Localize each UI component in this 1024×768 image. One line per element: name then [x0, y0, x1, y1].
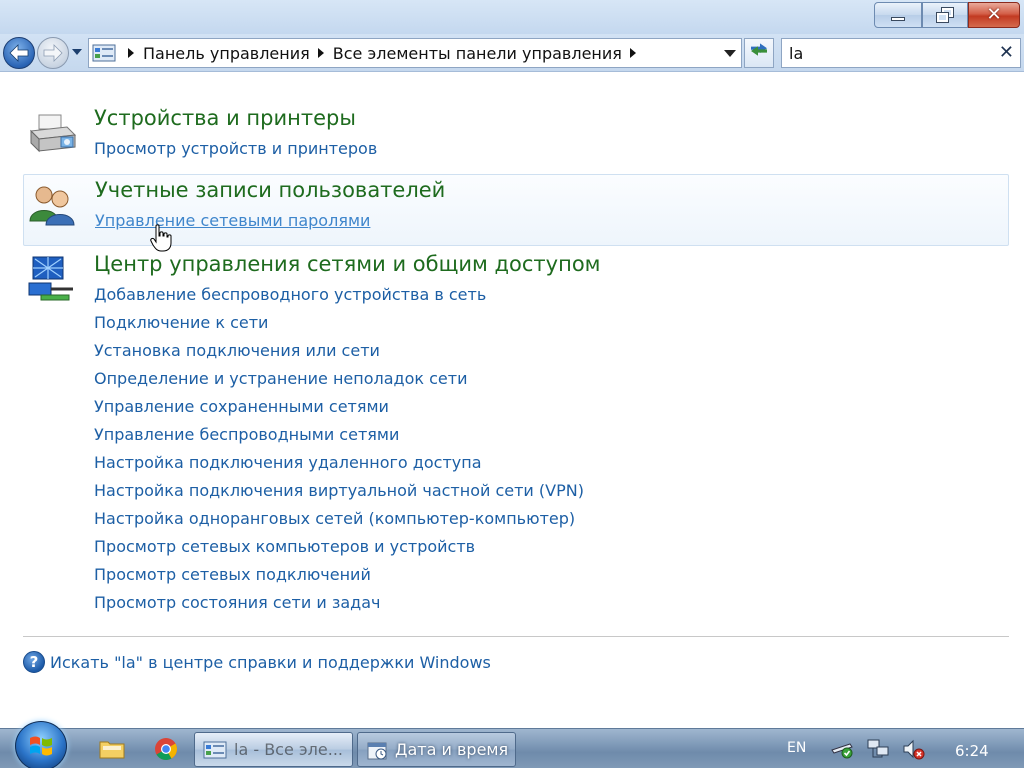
- control-panel-icon: [203, 741, 227, 758]
- restore-button[interactable]: [922, 2, 968, 28]
- back-button[interactable]: [3, 37, 35, 69]
- address-history-dropdown[interactable]: [719, 39, 741, 67]
- address-bar[interactable]: Панель управления Все элементы панели уп…: [88, 38, 742, 68]
- taskbar-task-label: la - Все эле...: [234, 740, 344, 759]
- breadcrumb-separator[interactable]: [128, 48, 134, 58]
- refresh-icon: [751, 43, 767, 56]
- minimize-icon: [891, 17, 905, 21]
- user-accounts-icon: [29, 186, 75, 226]
- link-view-network-connections[interactable]: Просмотр сетевых подключений: [94, 565, 371, 584]
- taskbar-task-control-panel[interactable]: la - Все эле...: [194, 732, 353, 767]
- group-title-user-accounts[interactable]: Учетные записи пользователей: [95, 178, 445, 202]
- help-search-link[interactable]: ? Искать "la" в центре справки и поддерж…: [23, 651, 491, 673]
- link-setup-vpn[interactable]: Настройка подключения виртуальной частно…: [94, 481, 584, 500]
- language-indicator[interactable]: EN: [787, 740, 806, 756]
- link-view-devices-printers[interactable]: Просмотр устройств и принтеров: [94, 139, 377, 158]
- close-icon: ✕: [986, 4, 1002, 25]
- link-setup-dialup[interactable]: Настройка подключения удаленного доступа: [94, 453, 482, 472]
- clear-search-icon[interactable]: ✕: [999, 42, 1014, 63]
- help-search-text[interactable]: Искать "la" в центре справки и поддержки…: [50, 653, 491, 672]
- control-panel-icon: [92, 44, 116, 62]
- navigation-bar: Панель управления Все элементы панели уп…: [0, 34, 1024, 72]
- title-bar: ✕: [0, 0, 1024, 34]
- breadcrumb-control-panel[interactable]: Панель управления: [143, 44, 310, 63]
- taskbar-task-label: Дата и время: [395, 740, 509, 759]
- breadcrumb-all-items[interactable]: Все элементы панели управления: [333, 44, 622, 63]
- folder-icon: [99, 741, 125, 759]
- taskbar-explorer-button[interactable]: [97, 735, 127, 763]
- close-button[interactable]: ✕: [968, 2, 1020, 28]
- network-center-icon: [28, 256, 73, 301]
- recent-pages-dropdown[interactable]: [72, 49, 82, 55]
- link-manage-network-passwords[interactable]: Управление сетевыми паролями: [95, 211, 370, 230]
- refresh-button[interactable]: [744, 38, 774, 68]
- chrome-icon: [155, 738, 177, 760]
- printer-icon: [29, 114, 77, 153]
- tray-network-icon[interactable]: [866, 738, 890, 760]
- start-button[interactable]: [15, 721, 67, 768]
- back-arrow-icon: [9, 44, 29, 62]
- search-results: Устройства и принтеры Просмотр устройств…: [0, 73, 1024, 728]
- group-title-devices-printers[interactable]: Устройства и принтеры: [94, 106, 356, 130]
- taskbar-task-date-time[interactable]: Дата и время: [357, 732, 516, 767]
- system-clock[interactable]: 6:24: [955, 742, 989, 760]
- link-manage-saved-networks[interactable]: Управление сохраненными сетями: [94, 397, 389, 416]
- link-connect-to-network[interactable]: Подключение к сети: [94, 313, 268, 332]
- restore-icon: [936, 7, 954, 23]
- taskbar: la - Все эле... Дата и время EN 6:24: [0, 721, 1024, 768]
- window-controls: ✕: [874, 2, 1020, 28]
- link-troubleshoot-network[interactable]: Определение и устранение неполадок сети: [94, 369, 468, 388]
- taskbar-chrome-button[interactable]: [151, 735, 181, 763]
- link-manage-wireless-networks[interactable]: Управление беспроводными сетями: [94, 425, 399, 444]
- link-setup-connection[interactable]: Установка подключения или сети: [94, 341, 380, 360]
- hand-cursor-icon: [150, 224, 172, 252]
- forward-arrow-icon: [43, 44, 63, 62]
- chevron-down-icon: [724, 49, 736, 57]
- windows-logo-icon: [30, 736, 52, 756]
- tray-action-center-icon[interactable]: [830, 738, 854, 760]
- search-input[interactable]: [782, 43, 982, 63]
- tray-volume-muted-icon[interactable]: [901, 738, 925, 760]
- link-view-network-status[interactable]: Просмотр состояния сети и задач: [94, 593, 380, 612]
- group-title-network-center[interactable]: Центр управления сетями и общим доступом: [94, 252, 601, 276]
- result-devices-printers: Устройства и принтеры Просмотр устройств…: [23, 102, 1009, 160]
- divider: [23, 636, 1009, 637]
- result-network-sharing-center: Центр управления сетями и общим доступом…: [23, 249, 1009, 619]
- forward-button[interactable]: [37, 37, 69, 69]
- date-time-icon: [367, 742, 387, 759]
- link-setup-adhoc[interactable]: Настройка одноранговых сетей (компьютер-…: [94, 509, 575, 528]
- minimize-button[interactable]: [874, 2, 922, 28]
- breadcrumb-separator[interactable]: [317, 48, 324, 58]
- link-view-network-computers[interactable]: Просмотр сетевых компьютеров и устройств: [94, 537, 475, 556]
- help-icon: ?: [23, 651, 45, 673]
- link-add-wireless-device[interactable]: Добавление беспроводного устройства в се…: [94, 285, 486, 304]
- search-box[interactable]: ✕: [781, 38, 1021, 68]
- breadcrumb-separator[interactable]: [629, 48, 636, 58]
